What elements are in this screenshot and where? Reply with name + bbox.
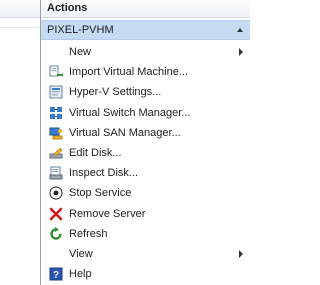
hyperv-settings-icon <box>49 85 63 99</box>
action-label: Stop Service <box>69 187 132 200</box>
actions-list: New Import Virtual Machine... Hyper-V Se… <box>41 40 250 284</box>
action-label: New <box>69 46 92 58</box>
action-view[interactable]: View <box>41 244 250 264</box>
actions-header: Actions <box>41 0 250 18</box>
refresh-icon <box>50 226 62 240</box>
action-hyperv-settings[interactable]: Hyper-V Settings... <box>41 82 250 102</box>
left-pane-header <box>0 0 40 18</box>
collapse-up-icon[interactable] <box>237 28 243 32</box>
edit-disk-icon <box>49 147 63 159</box>
action-help[interactable]: ? Help <box>41 264 250 284</box>
action-label: View <box>69 247 93 260</box>
action-label: Edit Disk... <box>69 146 122 159</box>
group-header-label: PIXEL-PVHM <box>47 24 114 36</box>
group-header-server[interactable]: PIXEL-PVHM <box>41 20 250 40</box>
action-refresh[interactable]: Refresh <box>41 224 250 244</box>
left-pane <box>0 0 41 285</box>
action-edit-disk[interactable]: Edit Disk... <box>41 143 250 163</box>
action-label: Remove Server <box>69 207 146 220</box>
action-virtual-switch-manager[interactable]: Virtual Switch Manager... <box>41 103 250 123</box>
action-label: Refresh <box>69 227 108 240</box>
action-label: Import Virtual Machine... <box>69 66 189 79</box>
help-icon: ? <box>49 267 63 281</box>
svg-text:?: ? <box>53 270 59 281</box>
left-pane-divider <box>0 27 40 28</box>
remove-server-icon <box>49 207 63 220</box>
action-virtual-san-manager[interactable]: Virtual SAN Manager... <box>41 123 250 143</box>
virtual-switch-icon <box>50 106 62 119</box>
action-remove-server[interactable]: Remove Server <box>41 204 250 224</box>
inspect-disk-icon <box>49 166 63 180</box>
submenu-arrow-icon <box>239 249 243 258</box>
action-new[interactable]: New <box>41 42 250 62</box>
action-label: Virtual Switch Manager... <box>69 106 191 119</box>
action-import-virtual-machine[interactable]: Import Virtual Machine... <box>41 62 250 82</box>
submenu-arrow-icon <box>239 48 243 56</box>
actions-pane: Actions PIXEL-PVHM New Import Virtual Ma… <box>41 0 250 285</box>
action-label: Help <box>69 268 92 281</box>
action-inspect-disk[interactable]: Inspect Disk... <box>41 163 250 183</box>
virtual-san-icon <box>49 127 63 140</box>
import-vm-icon <box>49 65 63 79</box>
action-label: Virtual SAN Manager... <box>69 126 181 139</box>
action-label: Hyper-V Settings... <box>69 86 162 99</box>
action-stop-service[interactable]: Stop Service <box>41 183 250 203</box>
action-label: Inspect Disk... <box>69 167 139 180</box>
stop-service-icon <box>49 186 63 200</box>
